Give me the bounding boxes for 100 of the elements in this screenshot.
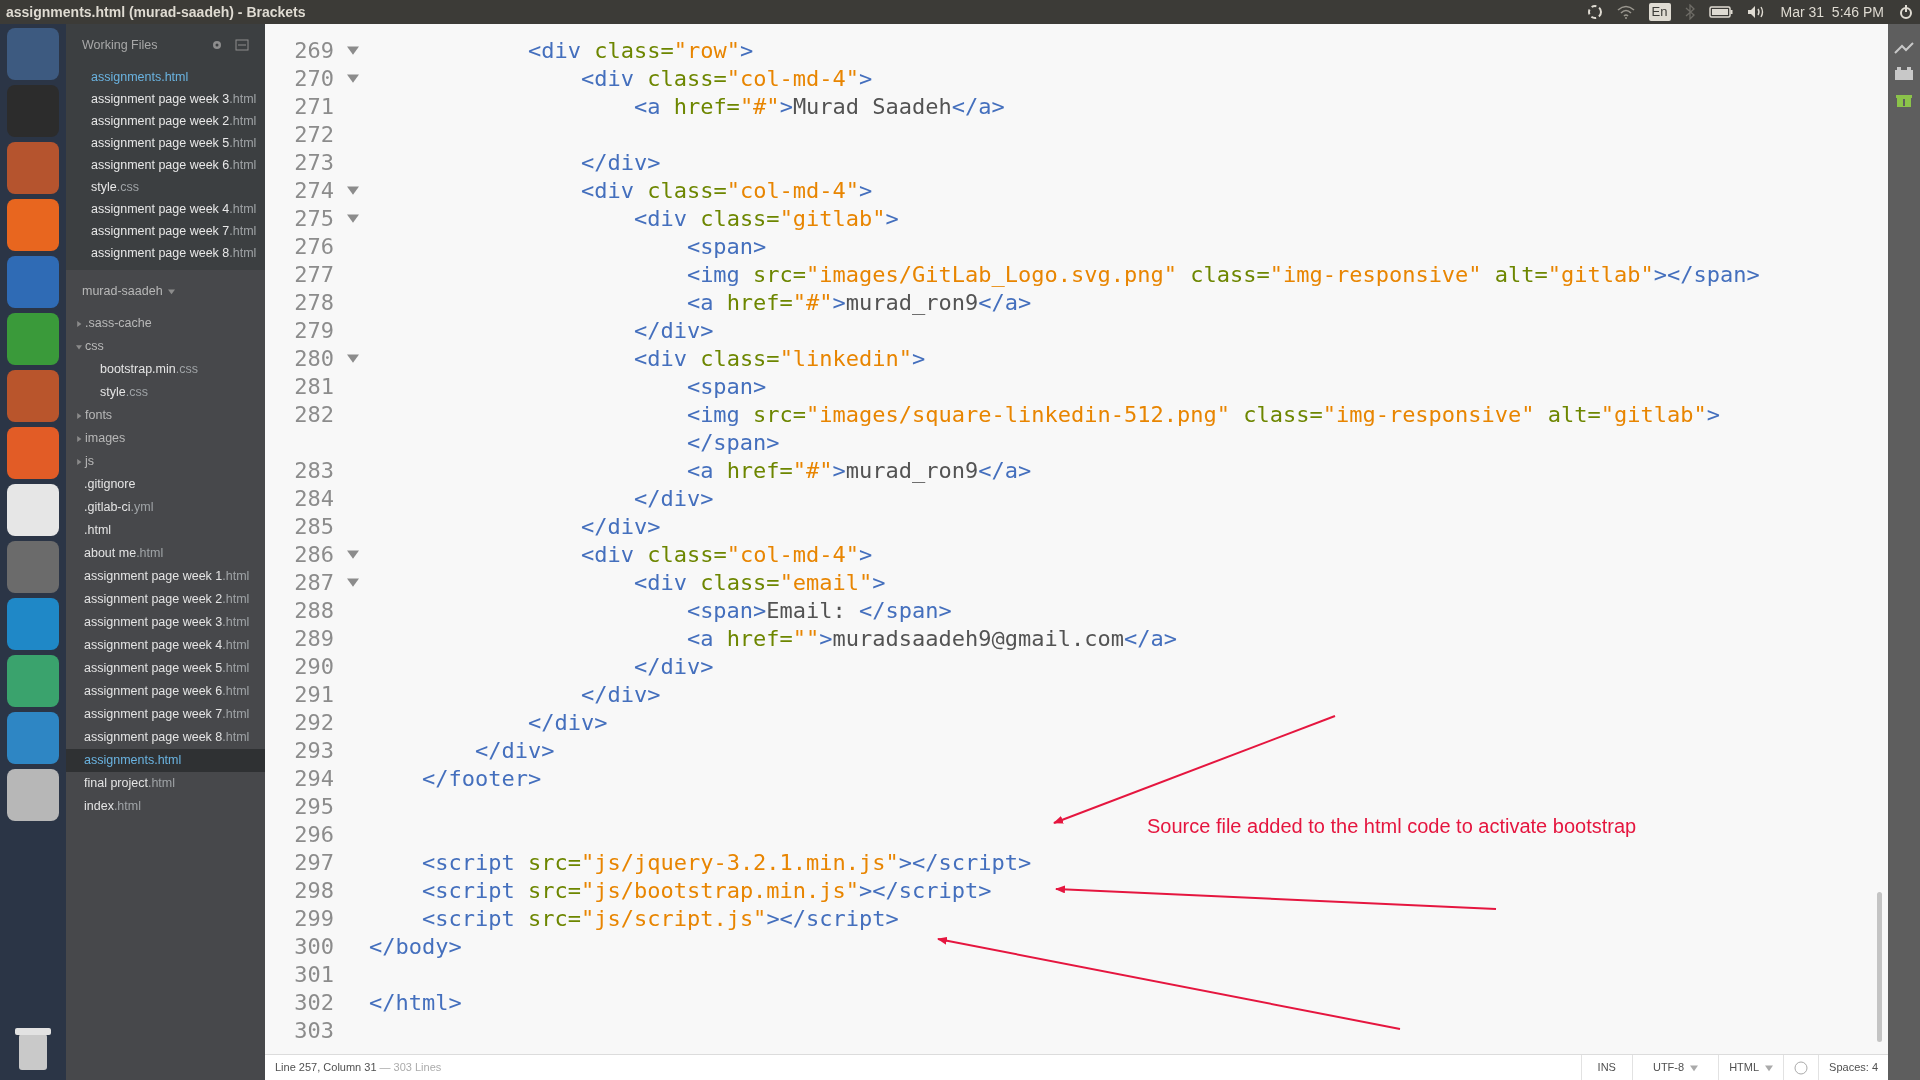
line-number: 303 bbox=[293, 1016, 335, 1045]
language-dropdown[interactable]: HTML bbox=[1718, 1055, 1784, 1080]
code-line: <span>Email: </span> bbox=[685, 596, 952, 625]
wifi-icon[interactable] bbox=[1616, 5, 1635, 19]
gift-icon[interactable] bbox=[1896, 92, 1912, 108]
code-line: <script src="js/script.js"></script> bbox=[420, 904, 899, 933]
code-line: <div class="col-md-4"> bbox=[579, 176, 873, 205]
sync-icon[interactable] bbox=[1586, 4, 1603, 20]
line-number: 294 bbox=[293, 764, 335, 793]
bluetooth-icon[interactable] bbox=[1684, 4, 1695, 20]
expanded-arrow-icon[interactable] bbox=[76, 343, 82, 350]
code-line: </span> bbox=[685, 428, 780, 457]
split-view-icon[interactable] bbox=[235, 39, 249, 51]
code-line: </div> bbox=[632, 484, 714, 513]
code-line: <div class="gitlab"> bbox=[632, 204, 899, 233]
file-item[interactable]: .gitignore bbox=[66, 473, 265, 496]
code-line: <span> bbox=[685, 372, 767, 401]
window-title: assignments.html (murad-saadeh) - Brackets bbox=[6, 2, 306, 22]
file-item[interactable]: assignment page week 6.html bbox=[66, 680, 265, 703]
code-line: <a href="#">murad_ron9</a> bbox=[685, 288, 1032, 317]
code-line: <img src="images/square-linkedin-512.png" class="img-responsive" alt="gitlab"> bbox=[685, 400, 1721, 429]
collapsed-arrow-icon[interactable] bbox=[76, 412, 82, 419]
line-number: 273 bbox=[293, 148, 335, 177]
battery-icon[interactable] bbox=[1708, 6, 1733, 18]
working-file-item[interactable]: assignment page week 7.html bbox=[66, 220, 265, 242]
line-number: 270 bbox=[293, 64, 335, 93]
working-file-item[interactable]: assignment page week 5.html bbox=[66, 132, 265, 154]
section-title: Working Files bbox=[82, 36, 158, 54]
collapsed-arrow-icon[interactable] bbox=[76, 458, 82, 465]
file-item[interactable]: about me.html bbox=[66, 542, 265, 565]
code-line: <span> bbox=[685, 232, 767, 261]
line-number: 293 bbox=[293, 736, 335, 765]
working-file-item[interactable]: assignment page week 8.html bbox=[66, 242, 265, 264]
folder-item[interactable]: .sass-cache bbox=[66, 312, 265, 335]
line-number: 281 bbox=[293, 372, 335, 401]
file-item[interactable]: assignments.html bbox=[66, 749, 265, 772]
line-number: 288 bbox=[293, 596, 335, 625]
code-line: </footer> bbox=[420, 764, 542, 793]
file-item[interactable]: assignment page week 1.html bbox=[66, 565, 265, 588]
clock[interactable]: Mar 31 5:46 PM bbox=[1780, 1, 1884, 23]
file-item[interactable]: .html bbox=[66, 519, 265, 542]
line-number: 296 bbox=[293, 820, 335, 849]
working-file-item[interactable]: assignment page week 3.html bbox=[66, 88, 265, 110]
line-number: 278 bbox=[293, 288, 335, 317]
file-item[interactable]: bootstrap.min.css bbox=[66, 358, 265, 381]
working-file-item[interactable]: assignment page week 6.html bbox=[66, 154, 265, 176]
file-item[interactable]: assignment page week 5.html bbox=[66, 657, 265, 680]
code-line: <div class="linkedin"> bbox=[632, 344, 926, 373]
annotation-text: Source file added to the html code to activate bootstrap bbox=[1147, 814, 1637, 839]
line-number: 277 bbox=[293, 260, 335, 289]
caret-icon[interactable] bbox=[1765, 1063, 1774, 1072]
line-number: 289 bbox=[293, 624, 335, 653]
file-item[interactable]: style.css bbox=[66, 381, 265, 404]
code-line: </div> bbox=[632, 652, 714, 681]
line-count: — 303 Lines bbox=[378, 1060, 442, 1076]
line-number: 280 bbox=[293, 344, 335, 373]
code-line: </div> bbox=[473, 736, 555, 765]
code-line: <a href="#">Murad Saadeh</a> bbox=[632, 92, 1005, 121]
scrollbar-thumb[interactable] bbox=[1877, 892, 1882, 1042]
caret-icon[interactable] bbox=[1690, 1063, 1699, 1072]
code-line: </div> bbox=[579, 680, 661, 709]
linter-status-icon[interactable] bbox=[1794, 1060, 1809, 1075]
settings-icon[interactable] bbox=[211, 39, 223, 51]
line-number: 274 bbox=[293, 176, 335, 205]
folder-item[interactable]: fonts bbox=[66, 404, 265, 427]
working-file-item[interactable]: style.css bbox=[66, 176, 265, 198]
keyboard-layout-indicator[interactable]: En bbox=[1648, 3, 1671, 21]
working-file-item[interactable]: assignments.html bbox=[66, 66, 265, 88]
caret-icon[interactable] bbox=[167, 287, 175, 295]
project-title[interactable]: murad-saadeh bbox=[82, 281, 163, 301]
folder-item[interactable]: images bbox=[66, 427, 265, 450]
line-number: 271 bbox=[293, 92, 335, 121]
line-number: 279 bbox=[293, 316, 335, 345]
code-line: <div class="email"> bbox=[632, 568, 886, 597]
file-item[interactable]: assignment page week 3.html bbox=[66, 611, 265, 634]
working-file-item[interactable]: assignment page week 4.html bbox=[66, 198, 265, 220]
file-item[interactable]: .gitlab-ci.yml bbox=[66, 496, 265, 519]
line-number: 283 bbox=[293, 456, 335, 485]
folder-item[interactable]: js bbox=[66, 450, 265, 473]
file-item[interactable]: assignment page week 7.html bbox=[66, 703, 265, 726]
code-line: <script src="js/bootstrap.min.js"></script> bbox=[420, 876, 992, 905]
working-file-item[interactable]: assignment page week 2.html bbox=[66, 110, 265, 132]
insert-mode-toggle[interactable]: INS bbox=[1580, 1055, 1632, 1080]
live-preview-icon[interactable] bbox=[1894, 42, 1914, 54]
code-line: <a href="">muradsaadeh9@gmail.com</a> bbox=[685, 624, 1177, 653]
file-item[interactable]: assignment page week 2.html bbox=[66, 588, 265, 611]
collapsed-arrow-icon[interactable] bbox=[76, 435, 82, 442]
power-icon[interactable] bbox=[1898, 4, 1914, 20]
file-item[interactable]: assignment page week 8.html bbox=[66, 726, 265, 749]
file-item[interactable]: assignment page week 4.html bbox=[66, 634, 265, 657]
file-item[interactable]: final project.html bbox=[66, 772, 265, 795]
line-number: 301 bbox=[293, 960, 335, 989]
file-item[interactable]: index.html bbox=[66, 795, 265, 818]
line-number: 299 bbox=[293, 904, 335, 933]
extension-manager-icon[interactable] bbox=[1894, 66, 1914, 80]
encoding-dropdown[interactable]: UTF-8 bbox=[1631, 1055, 1719, 1080]
line-number: 285 bbox=[293, 512, 335, 541]
line-number: 292 bbox=[293, 708, 335, 737]
folder-item[interactable]: css bbox=[66, 335, 265, 358]
collapsed-arrow-icon[interactable] bbox=[76, 320, 82, 327]
